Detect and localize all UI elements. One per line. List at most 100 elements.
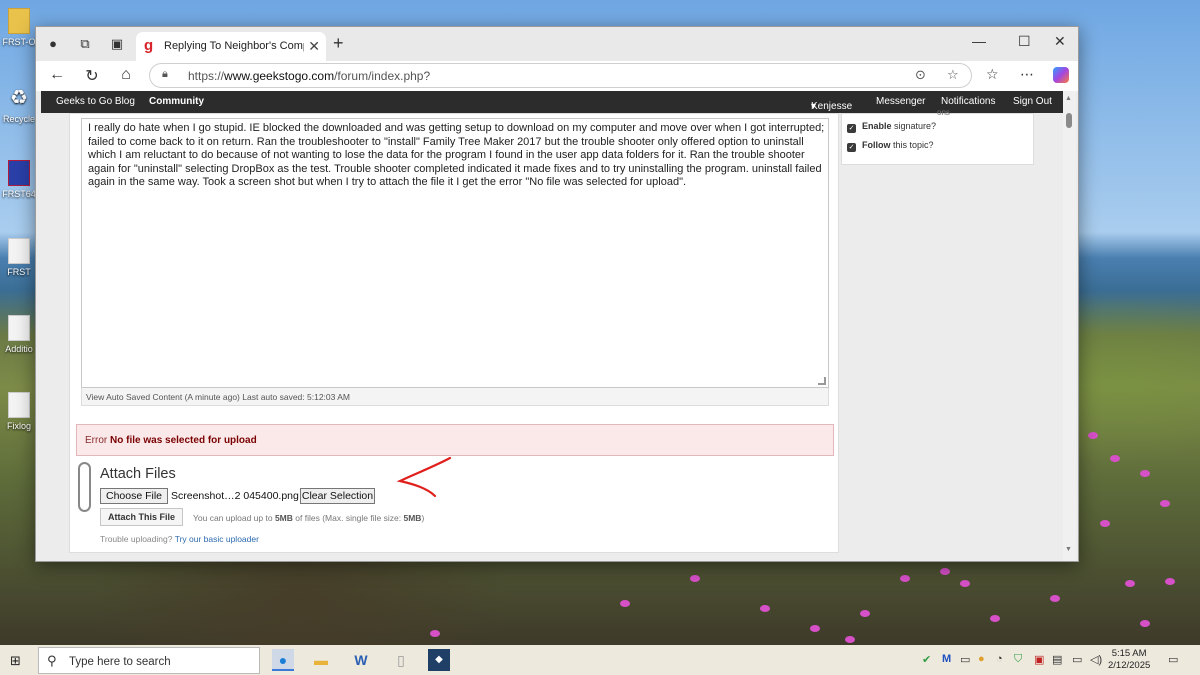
file-icon bbox=[8, 315, 30, 341]
nav-messenger-link[interactable]: Messenger bbox=[876, 96, 925, 107]
windows-start-icon[interactable]: ⊞ bbox=[10, 653, 21, 669]
trouble-uploading: Trouble uploading? Try our basic uploade… bbox=[100, 534, 259, 544]
address-bar[interactable]: 🔒︎ https://www.geekstogo.com/forum/index… bbox=[149, 63, 972, 88]
choose-file-button[interactable]: Choose File bbox=[100, 488, 168, 504]
web-page: Geeks to Go Blog Community Kenjesse ▾ Me… bbox=[36, 91, 1078, 561]
scroll-up-icon[interactable]: ▲ bbox=[1065, 95, 1072, 102]
folder-icon bbox=[8, 8, 30, 34]
desktop-icon-additional[interactable]: Additio bbox=[0, 315, 38, 354]
attach-files-heading: Attach Files bbox=[100, 466, 176, 482]
maximize-icon[interactable]: ☐ bbox=[1018, 33, 1031, 50]
follow-topic-option[interactable]: ✓ Follow this topic? bbox=[847, 140, 934, 152]
error-message: Error No file was selected for upload bbox=[76, 424, 834, 456]
word-icon[interactable]: W bbox=[350, 649, 372, 671]
tab-actions-icon[interactable]: ▣ bbox=[108, 35, 126, 53]
desktop-icon-label: FRST bbox=[7, 267, 31, 277]
tray-icon[interactable]: ▣ bbox=[1034, 653, 1044, 666]
attach-this-file-button[interactable]: Attach This File bbox=[100, 508, 183, 526]
desktop-icon-fixlog[interactable]: Fixlog bbox=[0, 392, 38, 431]
selected-file-name: Screenshot…2 045400.png bbox=[171, 490, 299, 502]
checkbox-checked-icon[interactable]: ✓ bbox=[847, 124, 856, 133]
lock-icon: 🔒︎ bbox=[162, 68, 168, 80]
edge-taskbar-icon[interactable]: ● bbox=[272, 649, 294, 671]
copilot-icon[interactable] bbox=[1053, 67, 1069, 83]
desktop-icon-label: FRST-O bbox=[2, 37, 36, 47]
search-placeholder: Type here to search bbox=[69, 656, 171, 668]
notifications-icon[interactable]: ▭ bbox=[1168, 653, 1178, 666]
close-tab-icon[interactable]: ✕ bbox=[308, 38, 320, 55]
chevron-down-icon: ▾ bbox=[811, 101, 817, 112]
annotation-arrow-icon bbox=[396, 456, 452, 498]
file-icon bbox=[8, 392, 30, 418]
clear-selection-button[interactable]: Clear Selection bbox=[300, 488, 375, 504]
reply-editor[interactable]: I really do hate when I go stupid. IE bl… bbox=[81, 118, 829, 388]
browser-window: ● ⧉ ▣ g Replying To Neighbor's Computer … bbox=[35, 26, 1079, 562]
tray-icon[interactable]: ▤ bbox=[1052, 653, 1062, 666]
shield-icon[interactable]: ✔ bbox=[922, 653, 931, 666]
recycle-bin-icon: ♻ bbox=[10, 87, 28, 109]
back-icon[interactable]: ← bbox=[46, 66, 68, 84]
tab-active[interactable]: g Replying To Neighbor's Computer ✕ bbox=[136, 32, 326, 61]
last-saved-time: Last auto saved: 5:12:03 AM bbox=[242, 392, 351, 402]
close-window-icon[interactable]: ✕ bbox=[1054, 33, 1066, 50]
tray-icon[interactable]: ▭ bbox=[960, 653, 970, 666]
desktop-icon-frst64[interactable]: FRST64 bbox=[0, 160, 38, 199]
scroll-down-icon[interactable]: ▼ bbox=[1065, 546, 1072, 553]
nav-community-link[interactable]: Community bbox=[149, 96, 204, 107]
favorites-icon[interactable]: ☆ bbox=[986, 66, 999, 83]
new-tab-icon[interactable]: + bbox=[333, 33, 344, 54]
reader-icon[interactable]: ⊙ bbox=[915, 67, 926, 83]
nav-blog-link[interactable]: Geeks to Go Blog bbox=[56, 96, 135, 107]
desktop-icon-frst-o[interactable]: FRST-O bbox=[0, 8, 38, 47]
system-clock[interactable]: 5:15 AM 2/12/2025 bbox=[1108, 648, 1150, 672]
error-prefix: Error bbox=[85, 435, 108, 446]
view-autosaved-link[interactable]: View Auto Saved Content (A minute ago) bbox=[86, 392, 240, 402]
resize-handle-icon[interactable] bbox=[818, 377, 826, 385]
home-icon[interactable]: ⌂ bbox=[115, 66, 137, 84]
basic-uploader-link[interactable]: Try our basic uploader bbox=[175, 534, 259, 544]
paperclip-icon bbox=[78, 462, 91, 512]
taskbar-search[interactable]: ⚲ Type here to search bbox=[38, 647, 260, 674]
editor-text[interactable]: I really do hate when I go stupid. IE bl… bbox=[88, 122, 828, 190]
reply-form: I really do hate when I go stupid. IE bl… bbox=[69, 113, 839, 553]
page-scrollbar[interactable]: ▲ ▼ bbox=[1063, 91, 1076, 561]
editor-status-bar: View Auto Saved Content (A minute ago) L… bbox=[81, 388, 829, 406]
frst-app-icon bbox=[8, 160, 30, 186]
minimize-icon[interactable]: — bbox=[972, 33, 986, 49]
desktop-icon-label: Fixlog bbox=[6, 421, 31, 431]
desktop-icon-frst[interactable]: FRST bbox=[0, 238, 38, 277]
tab-bar: ● ⧉ ▣ g Replying To Neighbor's Computer … bbox=[36, 27, 1078, 61]
search-icon: ⚲ bbox=[47, 653, 57, 668]
tray-icon[interactable]: ◔ bbox=[996, 653, 1003, 665]
battery-icon[interactable]: ▭ bbox=[1072, 653, 1082, 666]
profile-icon[interactable]: ● bbox=[44, 35, 62, 53]
site-navigation: Geeks to Go Blog Community Kenjesse ▾ Me… bbox=[41, 91, 1066, 113]
desktop-icon-recycle-bin[interactable]: ♻ Recycle bbox=[0, 85, 38, 124]
clock-time: 5:15 AM bbox=[1111, 648, 1147, 659]
malwarebytes-icon[interactable]: M bbox=[942, 653, 951, 665]
tab-title: Replying To Neighbor's Computer bbox=[164, 40, 304, 52]
more-options-icon[interactable]: ⋯ bbox=[1020, 66, 1034, 83]
app-icon[interactable]: ◆ bbox=[428, 649, 450, 671]
scrollbar-thumb[interactable] bbox=[1066, 113, 1072, 128]
volume-icon[interactable]: ◁) bbox=[1090, 653, 1102, 666]
file-explorer-icon[interactable]: ▬ bbox=[310, 649, 332, 671]
error-text: No file was selected for upload bbox=[110, 435, 257, 446]
desktop-icon-label: Recycle bbox=[2, 114, 35, 124]
taskbar: ⊞ ⚲ Type here to search ● ▬ W ▯ ◆ ✔ M ▭ … bbox=[0, 645, 1200, 675]
notepad-icon[interactable]: ▯ bbox=[390, 649, 412, 671]
nav-notifications-link[interactable]: Notifications bbox=[941, 96, 995, 107]
enable-signature-option[interactable]: ✓ Enable signature? bbox=[847, 121, 936, 133]
address-url: https://www.geekstogo.com/forum/index.ph… bbox=[188, 69, 431, 83]
upload-limit-note: You can upload up to 5MB of files (Max. … bbox=[193, 513, 425, 523]
checkbox-checked-icon[interactable]: ✓ bbox=[847, 143, 856, 152]
desktop-icon-label: FRST64 bbox=[2, 189, 36, 199]
favorite-star-icon[interactable]: ☆ bbox=[947, 67, 959, 83]
refresh-icon[interactable]: ↻ bbox=[81, 66, 103, 86]
desktop-icon-label: Additio bbox=[5, 344, 33, 354]
post-options-panel: ons ✓ Enable signature? ✓ Follow this topi… bbox=[841, 108, 1034, 165]
workspaces-icon[interactable]: ⧉ bbox=[76, 35, 94, 53]
nav-sign-out-link[interactable]: Sign Out bbox=[1013, 96, 1052, 107]
tray-icon[interactable]: ● bbox=[978, 653, 985, 665]
security-icon[interactable]: ⛉ bbox=[1014, 653, 1022, 666]
